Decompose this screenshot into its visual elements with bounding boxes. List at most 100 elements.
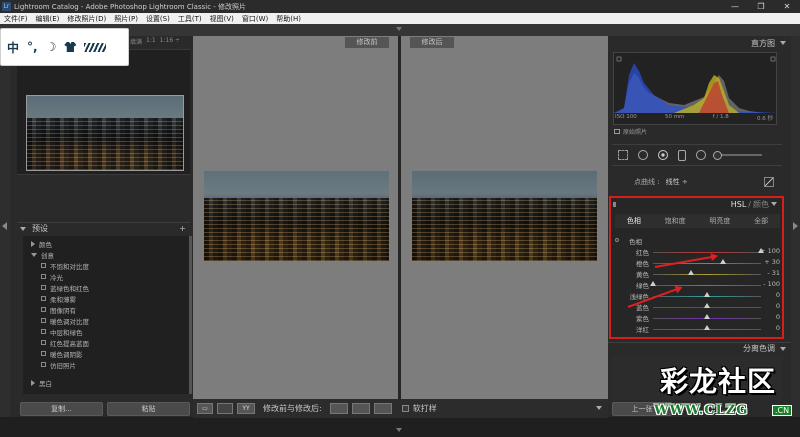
preset-item[interactable]: 不饱和对比度	[41, 260, 89, 271]
zoom-fill[interactable]: 填满	[130, 37, 142, 46]
hsl-slider-value[interactable]: 0	[755, 291, 780, 299]
preset-item[interactable]: 暖色调阴影	[41, 348, 83, 359]
minimize-button[interactable]: —	[722, 0, 748, 13]
tab-luminance[interactable]: 明亮度	[709, 216, 730, 226]
tab-all[interactable]: 全部	[754, 216, 768, 226]
spot-removal-tool-icon[interactable]	[638, 150, 648, 160]
toolbar-menu-caret-icon[interactable]	[596, 406, 602, 410]
collapse-bottom-arrow-icon[interactable]	[396, 428, 402, 432]
hsl-slider-thumb[interactable]	[704, 292, 710, 297]
preset-folder-creative[interactable]: 创意	[31, 249, 54, 260]
menu-tools[interactable]: 工具(T)	[174, 14, 206, 24]
hue-section-header: 色相	[615, 236, 780, 246]
histogram-header[interactable]: 直方图	[608, 38, 791, 49]
preset-item[interactable]: 暖色调对比度	[41, 315, 89, 326]
before-label: 修改前	[345, 37, 389, 48]
hsl-tab[interactable]: HSL	[731, 200, 747, 209]
ime-punctuation-button[interactable]: °,	[27, 40, 38, 54]
hsl-slider-track[interactable]	[653, 274, 761, 275]
hsl-slider-thumb[interactable]	[720, 259, 727, 264]
hsl-slider-track[interactable]	[653, 285, 761, 286]
red-eye-tool-icon[interactable]	[658, 150, 668, 160]
hsl-slider-thumb[interactable]	[650, 281, 656, 286]
swap-settings-button[interactable]	[373, 403, 392, 414]
collapse-right-arrow-icon[interactable]	[793, 222, 798, 230]
target-adjust-icon[interactable]	[615, 238, 619, 242]
tone-curve-row: 点曲线 : 线性 ÷	[612, 174, 782, 190]
preset-folder-bw[interactable]: 黑白	[31, 377, 52, 388]
hsl-slider-thumb[interactable]	[687, 270, 694, 275]
close-button[interactable]: ✕	[774, 0, 800, 13]
menu-settings[interactable]: 设置(S)	[142, 14, 174, 24]
collapse-left-arrow-icon[interactable]	[2, 222, 7, 230]
preset-item[interactable]: 冷光	[41, 271, 63, 282]
keyboard-icon[interactable]	[84, 42, 107, 52]
copy-after-to-before-button[interactable]	[351, 403, 370, 414]
hsl-slider-label: 洋红	[636, 326, 649, 334]
menu-view[interactable]: 视图(V)	[206, 14, 238, 24]
preset-folder-color[interactable]: 颜色	[31, 238, 52, 249]
hsl-slider-value[interactable]: 0	[755, 324, 780, 332]
preset-item[interactable]: 蓝绿色和红色	[41, 282, 89, 293]
hsl-slider-track[interactable]	[653, 252, 761, 253]
add-preset-button[interactable]: +	[179, 224, 186, 233]
hsl-slider-value[interactable]: + 30	[755, 258, 780, 266]
preset-item[interactable]: 中层和绿色	[41, 326, 83, 337]
maximize-button[interactable]: ❐	[748, 0, 774, 13]
hsl-header[interactable]: HSL / 颜色	[611, 199, 781, 210]
hsl-slider-thumb[interactable]	[704, 325, 710, 330]
preset-item[interactable]: 红色提高蓝面	[41, 337, 89, 348]
menu-develop[interactable]: 修改照片(D)	[63, 14, 110, 24]
point-curve-select[interactable]: 线性 ÷	[666, 177, 688, 187]
after-photo[interactable]	[412, 171, 597, 261]
preset-item[interactable]: 仿旧照片	[41, 359, 76, 370]
tab-hue[interactable]: 色相	[627, 216, 641, 226]
menu-file[interactable]: 文件(F)	[0, 14, 32, 24]
before-photo[interactable]	[204, 171, 389, 261]
navigator-thumbnail[interactable]	[26, 95, 184, 171]
title-separator: /	[748, 200, 751, 209]
paste-button[interactable]: 粘贴	[107, 402, 190, 416]
color-tab[interactable]: 颜色	[753, 199, 769, 210]
hsl-slider-value[interactable]: + 100	[755, 247, 780, 255]
menu-help[interactable]: 帮助(H)	[272, 14, 305, 24]
menu-photo[interactable]: 照片(P)	[110, 14, 142, 24]
menu-edit[interactable]: 编辑(E)	[32, 14, 64, 24]
soft-proof-checkbox[interactable]	[401, 405, 409, 412]
crop-tool-icon[interactable]	[618, 150, 628, 160]
split-toning-header[interactable]: 分离色调	[608, 342, 791, 354]
copy-button[interactable]: 复制...	[20, 402, 103, 416]
expand-triangle-icon	[780, 41, 786, 45]
collapse-top-arrow-icon[interactable]	[396, 27, 402, 31]
tab-saturation[interactable]: 饱和度	[665, 216, 686, 226]
hsl-slider-thumb[interactable]	[704, 314, 710, 319]
curve-edit-icon[interactable]	[764, 177, 774, 187]
hsl-slider-value[interactable]: 0	[755, 302, 780, 310]
graduated-filter-tool-icon[interactable]	[678, 149, 686, 161]
moon-icon[interactable]: ☽	[46, 40, 57, 54]
radial-filter-tool-icon[interactable]	[696, 150, 706, 160]
before-after-view-button[interactable]	[217, 403, 233, 414]
hsl-slider-thumb[interactable]	[704, 303, 710, 308]
hsl-slider-label: 黄色	[636, 271, 649, 279]
hsl-slider-value[interactable]: - 31	[755, 269, 780, 277]
hsl-slider-value[interactable]: 0	[755, 313, 780, 321]
presets-header[interactable]: 预设 +	[17, 222, 190, 234]
preset-item[interactable]: 图像阴有	[41, 304, 76, 315]
preset-item[interactable]: 柔和薄雾	[41, 293, 76, 304]
original-photo-toggle[interactable]: 原始照片	[614, 127, 647, 136]
preset-list: 颜色 创意 不饱和对比度 冷光 蓝绿色和红色 柔和薄雾 图像阴有 暖色调对比度 …	[23, 236, 189, 394]
ime-mode-button[interactable]: 中	[7, 39, 19, 56]
zoom-custom[interactable]: 1:16 ÷	[160, 37, 180, 46]
lightroom-window: Lr Lightroom Catalog - Adobe Photoshop L…	[0, 0, 800, 437]
before-after-mode-button[interactable]: YY	[237, 403, 255, 414]
loupe-view-button[interactable]: ▭	[197, 403, 213, 414]
zoom-1-1[interactable]: 1:1	[146, 37, 156, 46]
skin-icon[interactable]	[64, 42, 77, 52]
menu-window[interactable]: 窗口(W)	[238, 14, 272, 24]
copy-before-to-after-button[interactable]	[329, 403, 348, 414]
preset-scrollbar[interactable]	[189, 236, 192, 394]
hsl-slider-value[interactable]: - 100	[755, 280, 780, 288]
panel-switch-icon[interactable]	[613, 202, 616, 207]
adjustment-brush-slider[interactable]	[713, 151, 762, 160]
